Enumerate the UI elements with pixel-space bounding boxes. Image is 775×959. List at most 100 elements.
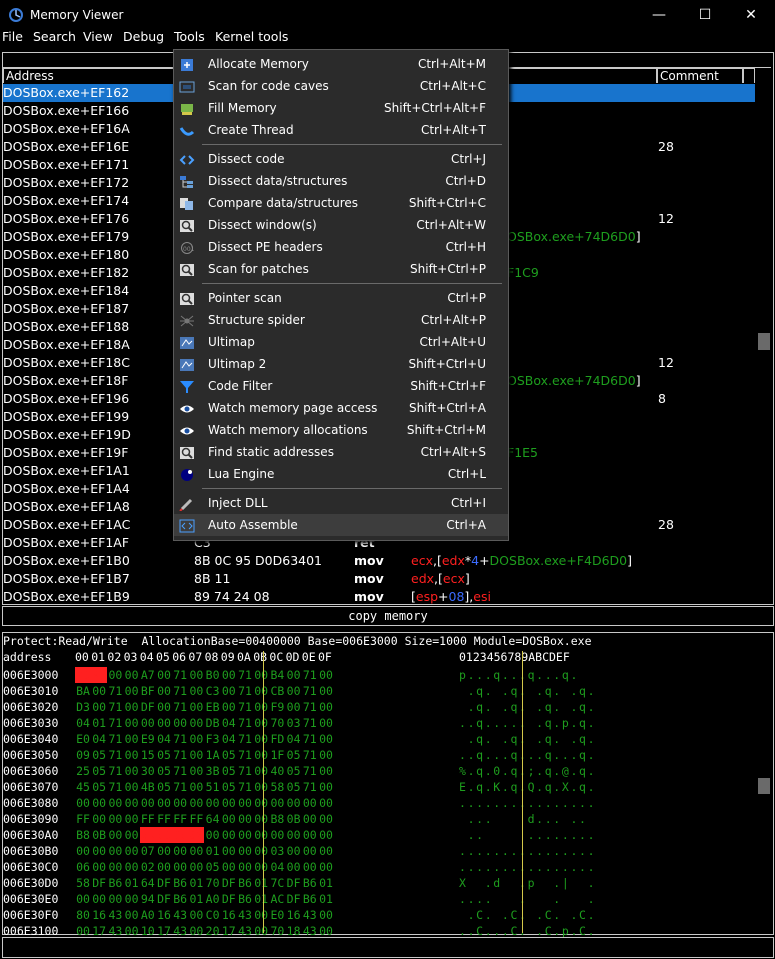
hex-byte[interactable]: 00 (188, 747, 204, 763)
hex-row[interactable]: 006E30E0 00 00 00 00 94 DF B6 01 A0 DF B6 01 AC DF B6 01… (3, 891, 753, 907)
hex-byte[interactable]: 00 (286, 827, 302, 843)
hex-byte[interactable]: 00 (124, 827, 140, 843)
hex-row[interactable]: 006E30B0 00 00 00 00 07 00 00 00 01 00 00 00 03 00 00 00… (3, 843, 753, 859)
hex-byte[interactable]: 00 (188, 779, 204, 795)
hex-byte[interactable]: 02 (140, 859, 156, 875)
hex-byte[interactable]: 00 (269, 795, 285, 811)
hex-byte[interactable]: FF (140, 811, 156, 827)
hex-byte[interactable]: 01 (318, 875, 334, 891)
hex-byte[interactable]: DF (140, 699, 156, 715)
hex-byte[interactable]: 00 (286, 795, 302, 811)
hex-byte[interactable]: 71 (302, 747, 318, 763)
hex-byte[interactable]: 71 (302, 779, 318, 795)
hex-byte[interactable]: 05 (221, 779, 237, 795)
hex-byte[interactable]: 71 (107, 699, 123, 715)
hex-byte[interactable]: 09 (75, 747, 91, 763)
hex-byte[interactable]: 04 (75, 715, 91, 731)
hex-byte[interactable]: 00 (221, 667, 237, 683)
hex-byte[interactable]: 00 (318, 907, 334, 923)
hex-byte[interactable]: 71 (302, 731, 318, 747)
hex-byte[interactable]: 04 (269, 859, 285, 875)
menu-item-code-filter[interactable]: Code Filter Shift+Ctrl+F (174, 375, 508, 397)
hex-row[interactable]: 006E3010 BA 00 71 00 BF 00 71 00 C3 00 71 00 CB 00 71 00… (3, 683, 753, 699)
hex-byte[interactable]: 00 (156, 699, 172, 715)
close-button[interactable]: ✕ (728, 0, 774, 30)
hex-byte[interactable]: 00 (124, 699, 140, 715)
hex-byte[interactable]: 45 (75, 779, 91, 795)
menu-item-dissect-pe-headers[interactable]: 001 Dissect PE headers Ctrl+H (174, 236, 508, 258)
menu-file[interactable]: File (2, 29, 23, 45)
hex-byte[interactable]: 16 (221, 907, 237, 923)
disasm-row[interactable]: DOSBox.exe+EF1B7 8B 11 mov edx,[ecx] (3, 570, 755, 588)
hex-byte[interactable]: 00 (205, 795, 221, 811)
hex-byte[interactable]: 25 (75, 763, 91, 779)
hex-byte[interactable]: 00 (221, 811, 237, 827)
hex-byte[interactable]: 00 (221, 795, 237, 811)
hex-byte[interactable]: B6 (302, 875, 318, 891)
hex-byte[interactable]: 58 (75, 875, 91, 891)
hex-byte[interactable]: CB (269, 683, 285, 699)
hex-byte[interactable]: 00 (140, 795, 156, 811)
hex-byte[interactable]: 00 (318, 731, 334, 747)
hex-byte[interactable]: 00 (91, 795, 107, 811)
hex-byte[interactable]: 00 (188, 859, 204, 875)
hex-byte[interactable]: 71 (107, 715, 123, 731)
hex-byte[interactable]: 71 (172, 699, 188, 715)
hex-byte[interactable]: 00 (318, 699, 334, 715)
hex-byte[interactable]: 00 (91, 891, 107, 907)
hex-byte[interactable]: 7C (269, 875, 285, 891)
hex-byte[interactable]: 00 (91, 811, 107, 827)
hex-row[interactable]: 006E3080 00 00 00 00 00 00 00 00 00 00 00 00 00 00 00 00… (3, 795, 753, 811)
hex-byte[interactable]: 05 (91, 763, 107, 779)
hex-byte[interactable]: 00 (302, 859, 318, 875)
hex-byte[interactable]: 00 (286, 683, 302, 699)
hex-byte[interactable]: 00 (188, 683, 204, 699)
hex-byte[interactable]: C3 (205, 683, 221, 699)
menu-debug[interactable]: Debug (123, 29, 164, 45)
hex-byte[interactable]: 00 (318, 859, 334, 875)
hex-byte[interactable]: 00 (139, 827, 156, 843)
hex-byte[interactable]: DF (286, 875, 302, 891)
hex-byte[interactable]: 05 (156, 779, 172, 795)
hex-byte[interactable]: DB (205, 715, 221, 731)
hex-byte[interactable]: 80 (75, 907, 91, 923)
hex-byte[interactable]: 00 (237, 859, 253, 875)
hex-row[interactable]: 006E30F0 80 16 43 00 A0 16 43 00 C0 16 43 00 E0 16 43 00… (3, 907, 753, 923)
hex-byte[interactable]: 05 (286, 763, 302, 779)
hex-byte[interactable]: B6 (302, 891, 318, 907)
menu-item-structure-spider[interactable]: Structure spider Ctrl+Alt+P (174, 309, 508, 331)
menu-item-dissect-data-structures[interactable]: Dissect data/structures Ctrl+D (174, 170, 508, 192)
hex-byte[interactable]: 01 (318, 891, 334, 907)
hex-byte[interactable]: 71 (172, 747, 188, 763)
hex-byte[interactable]: 00 (237, 843, 253, 859)
hex-byte[interactable]: 00 (221, 827, 237, 843)
hex-byte[interactable]: B6 (172, 891, 188, 907)
hex-byte[interactable]: 96 (91, 667, 108, 683)
hex-byte[interactable]: DF (156, 875, 172, 891)
hex-byte[interactable]: 00 (253, 747, 269, 763)
hex-byte[interactable]: DF (156, 891, 172, 907)
hex-byte[interactable]: 0B (286, 811, 302, 827)
hex-row[interactable]: 006E30D0 58 DF B6 01 64 DF B6 01 70 DF B6 01 7C DF B6 01… (3, 875, 753, 891)
hex-byte[interactable]: 00 (253, 795, 269, 811)
hex-byte[interactable]: 00 (253, 699, 269, 715)
hex-byte[interactable]: 00 (302, 811, 318, 827)
hex-byte[interactable]: 00 (286, 699, 302, 715)
hex-byte[interactable]: 71 (237, 747, 253, 763)
hex-byte[interactable]: 15 (140, 747, 156, 763)
hex-byte[interactable]: 00 (172, 843, 188, 859)
hex-byte[interactable]: 00 (221, 859, 237, 875)
hex-byte[interactable]: 00 (172, 859, 188, 875)
hex-byte[interactable]: 01 (205, 843, 221, 859)
hex-byte[interactable]: 00 (221, 843, 237, 859)
hex-byte[interactable]: B6 (107, 875, 123, 891)
menu-item-pointer-scan[interactable]: Pointer scan Ctrl+P (174, 287, 508, 309)
hex-byte[interactable]: 00 (253, 907, 269, 923)
hex-byte[interactable]: 00 (124, 907, 140, 923)
hex-byte[interactable]: 00 (318, 683, 334, 699)
hex-byte[interactable]: 00 (302, 843, 318, 859)
hex-byte[interactable]: F3 (205, 731, 221, 747)
hex-row[interactable]: 006E3000 70 96 00 00 A7 00 71 00 B0 00 71 00 B4 00 71 00… (3, 667, 753, 683)
hex-byte[interactable]: 4B (140, 779, 156, 795)
copy-memory-splitter[interactable]: copy memory (2, 606, 774, 626)
